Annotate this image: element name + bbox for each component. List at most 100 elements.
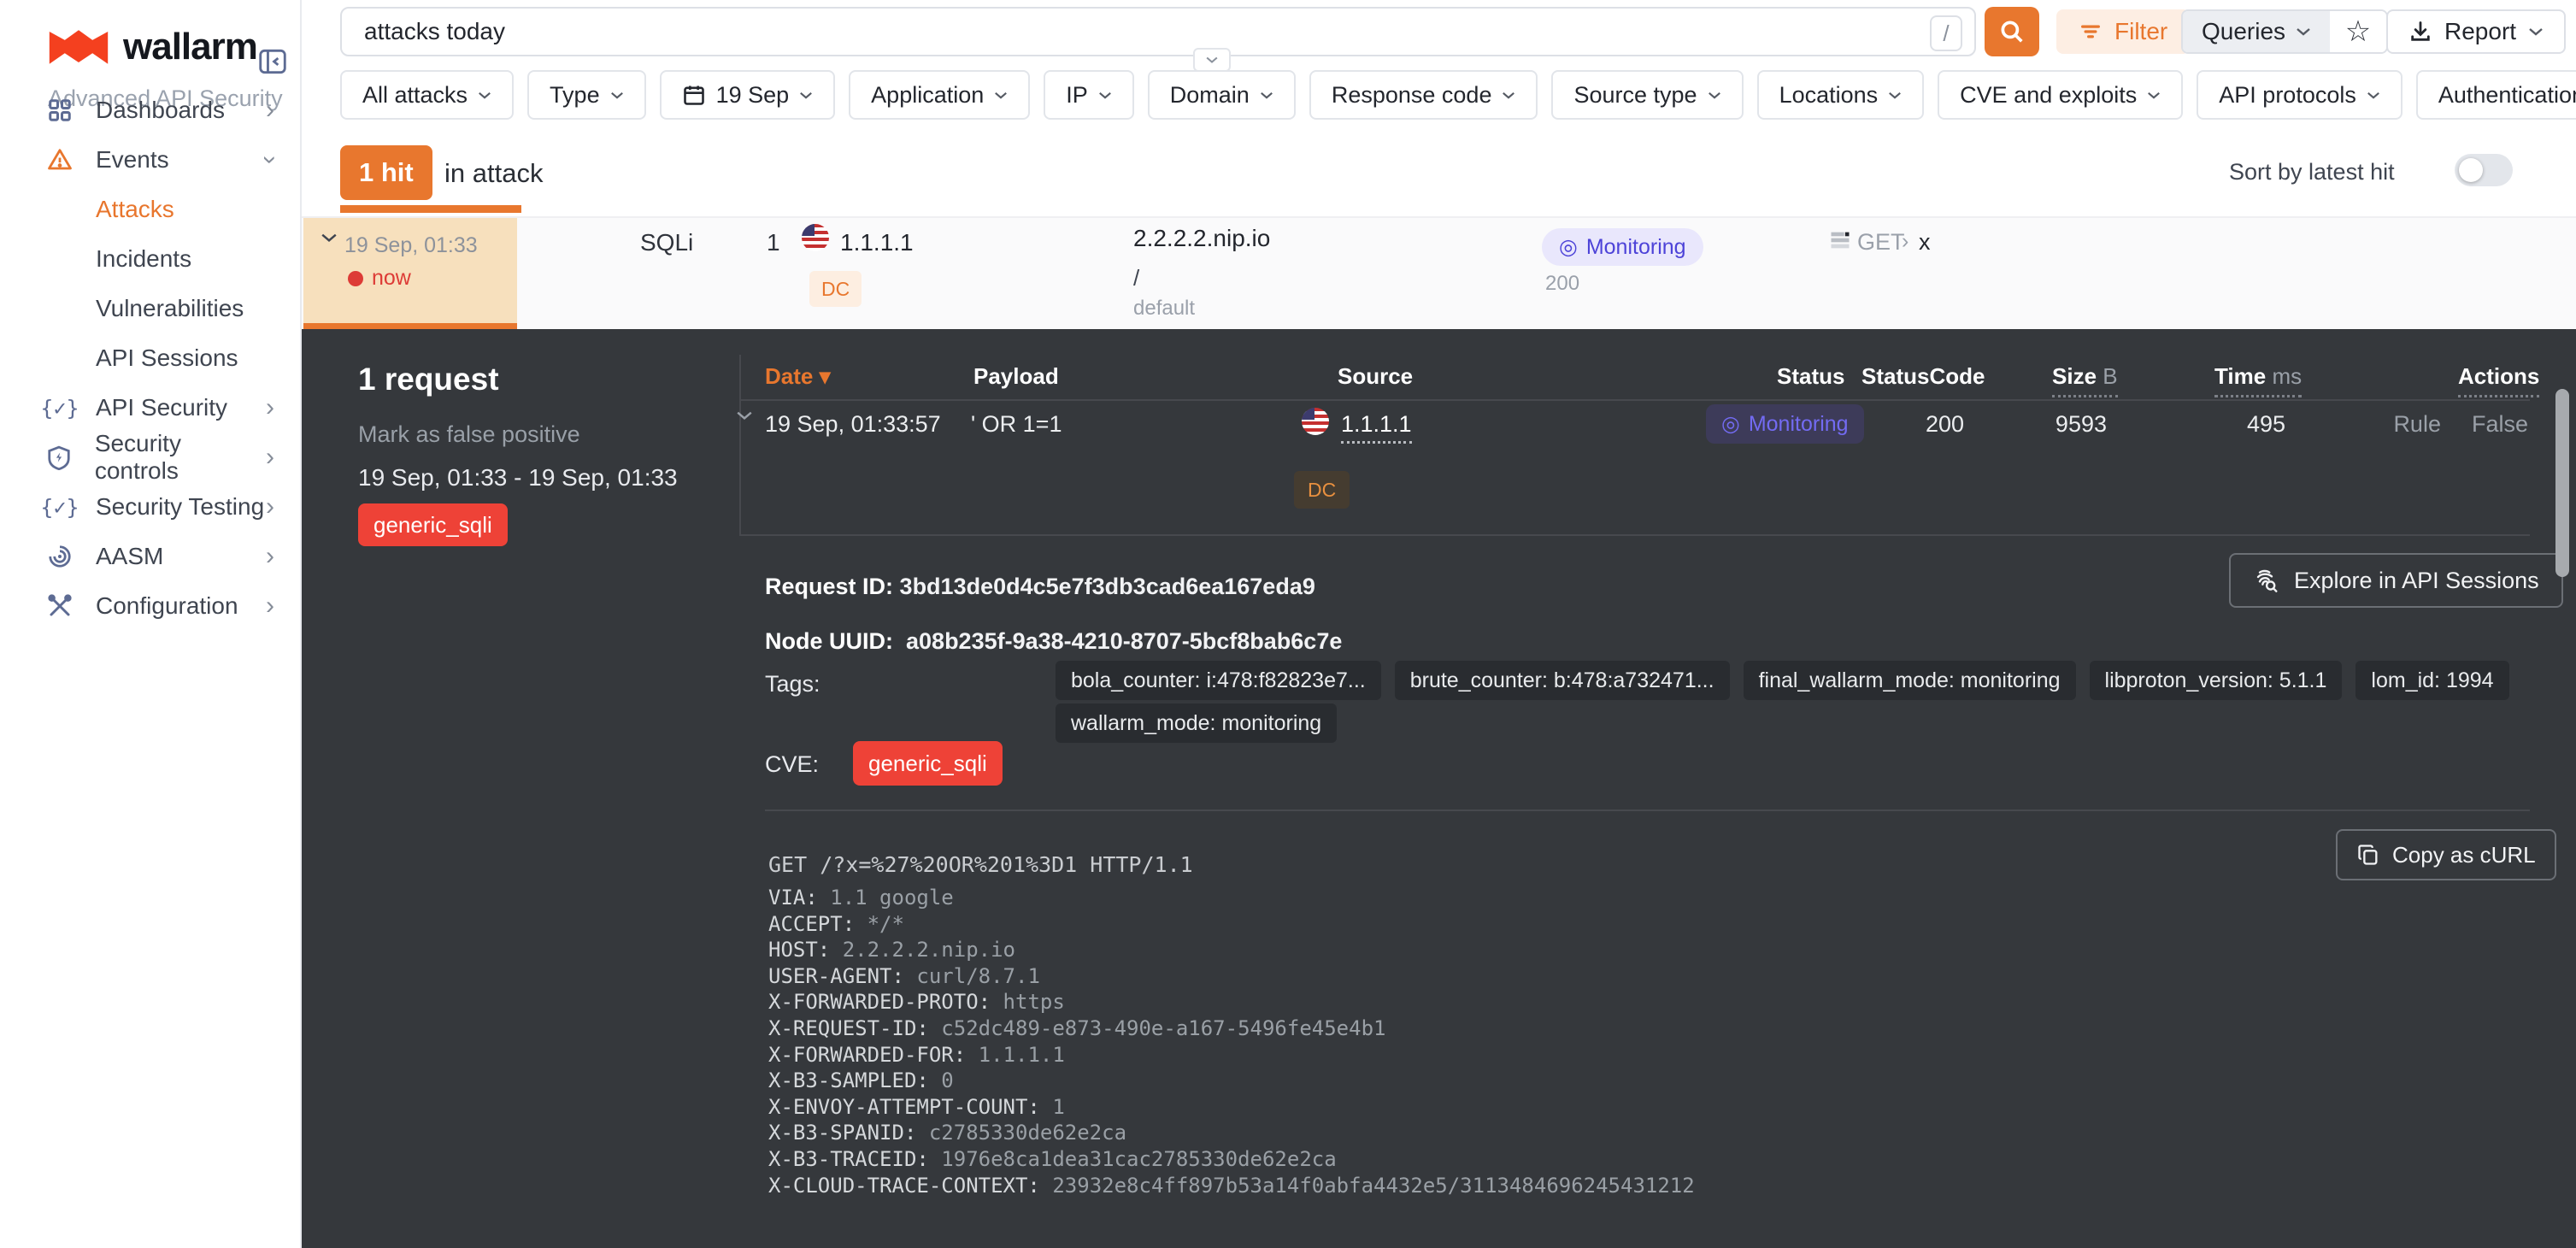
- panel-scrollbar-thumb[interactable]: [2555, 389, 2569, 577]
- explore-api-sessions-button[interactable]: Explore in API Sessions: [2229, 553, 2563, 608]
- mark-false-positive-link[interactable]: Mark as false positive: [358, 421, 580, 448]
- chevron-down-icon: [799, 91, 813, 100]
- column-header-actions[interactable]: Actions: [2458, 363, 2539, 397]
- attack-type-tag: generic_sqli: [358, 503, 508, 546]
- filters-collapse-handle[interactable]: [1193, 48, 1231, 72]
- column-header-payload[interactable]: Payload: [973, 363, 1059, 390]
- sidebar: wallarm Advanced API Security Dashboards…: [0, 0, 302, 1248]
- filter-chip-application[interactable]: Application: [849, 70, 1030, 120]
- filter-chip-source-type[interactable]: Source type: [1551, 70, 1743, 120]
- sidebar-item-configuration[interactable]: Configuration ›: [0, 581, 300, 631]
- report-button[interactable]: Report: [2386, 9, 2566, 54]
- download-icon: [2408, 20, 2432, 44]
- copy-icon: [2356, 843, 2380, 867]
- brand-name: wallarm: [123, 26, 257, 68]
- request-size: 9593: [1979, 411, 2107, 438]
- collapse-row-icon[interactable]: [321, 232, 338, 244]
- http-header: X-FORWARDED-FOR: 1.1.1.1: [768, 1042, 1695, 1068]
- rule-action-link[interactable]: Rule: [2393, 411, 2441, 438]
- copy-as-curl-button[interactable]: Copy as cURL: [2336, 829, 2556, 880]
- method-separator: ›: [1902, 229, 1908, 254]
- filter-chip-type[interactable]: Type: [527, 70, 646, 120]
- filter-chip-date[interactable]: 19 Sep: [660, 70, 836, 120]
- tags-row: wallarm_mode: monitoring: [1056, 703, 1337, 743]
- chevron-right-icon: ›: [266, 593, 274, 619]
- events-warning-icon: [44, 147, 75, 173]
- tag-chip: wallarm_mode: monitoring: [1056, 703, 1337, 743]
- chevron-right-icon: ›: [266, 494, 274, 520]
- sidebar-collapse-icon[interactable]: [256, 44, 289, 79]
- request-source-ip[interactable]: 1.1.1.1: [1341, 411, 1412, 444]
- wallarm-console: wallarm Advanced API Security Dashboards…: [0, 0, 2576, 1248]
- http-header: X-ENVOY-ATTEMPT-COUNT: 1: [768, 1094, 1695, 1121]
- chevron-right-icon: ›: [266, 444, 274, 470]
- filter-chip-api-protocols[interactable]: API protocols: [2197, 70, 2403, 120]
- chevron-down-icon: [610, 91, 624, 100]
- chevron-down-icon: ›: [257, 156, 283, 164]
- chevron-right-icon: ›: [266, 97, 274, 123]
- sidebar-item-label: Security controls: [95, 430, 266, 485]
- sidebar-item-events[interactable]: Events ›: [0, 135, 300, 185]
- chevron-right-icon: ›: [266, 395, 274, 421]
- sidebar-item-attacks[interactable]: Attacks: [0, 185, 300, 234]
- search-button[interactable]: [1985, 7, 2039, 56]
- tools-icon: [44, 593, 75, 619]
- column-header-date[interactable]: Date ▾: [765, 363, 831, 390]
- tag-chip: brute_counter: b:478:a732471...: [1395, 661, 1730, 700]
- chevron-down-icon: [1260, 91, 1273, 100]
- column-header-status[interactable]: Status: [1777, 363, 1844, 390]
- http-header: HOST: 2.2.2.2.nip.io: [768, 937, 1695, 963]
- search-box: /: [340, 7, 1976, 56]
- filter-button[interactable]: Filter: [2056, 9, 2190, 54]
- sort-by-latest-toggle[interactable]: [2455, 154, 2513, 186]
- column-header-source[interactable]: Source: [1338, 363, 1413, 390]
- wallarm-logo: [48, 26, 109, 68]
- column-header-time[interactable]: Time ms: [2214, 363, 2302, 397]
- shortcut-key-badge: /: [1930, 15, 1962, 51]
- table-divider: [739, 355, 741, 534]
- column-header-size[interactable]: Size B: [2052, 363, 2118, 397]
- monitoring-status-badge: ◎Monitoring: [1706, 404, 1864, 444]
- false-action-link[interactable]: False: [2472, 411, 2528, 438]
- chevron-down-icon: [994, 91, 1008, 100]
- filter-chip-cve-exploits[interactable]: CVE and exploits: [1938, 70, 2183, 120]
- attack-domain: 2.2.2.2.nip.io: [1133, 225, 1270, 252]
- filter-icon: [2079, 20, 2103, 44]
- expand-request-icon[interactable]: [736, 409, 753, 421]
- sidebar-item-label: AASM: [96, 543, 163, 570]
- queries-dropdown[interactable]: Queries: [2183, 11, 2330, 52]
- attack-application: default: [1133, 297, 1195, 321]
- attack-hit-count: 1: [767, 229, 780, 256]
- filter-chip-domain[interactable]: Domain: [1148, 70, 1296, 120]
- sidebar-item-vulnerabilities[interactable]: Vulnerabilities: [0, 284, 300, 333]
- sidebar-item-api-sessions[interactable]: API Sessions: [0, 333, 300, 383]
- filter-chip-response-code[interactable]: Response code: [1309, 70, 1538, 120]
- filter-chip-locations[interactable]: Locations: [1757, 70, 1925, 120]
- sidebar-item-security-controls[interactable]: Security controls ›: [0, 433, 300, 482]
- sort-arrow-icon: ▾: [820, 363, 831, 389]
- search-input[interactable]: [342, 9, 1974, 55]
- filter-chip-ip[interactable]: IP: [1044, 70, 1134, 120]
- chevron-down-icon: [2296, 26, 2311, 37]
- column-header-statuscode[interactable]: StatusCode: [1861, 363, 1985, 390]
- filter-chip-all-attacks[interactable]: All attacks: [340, 70, 514, 120]
- filter-chip-authentication[interactable]: Authentication: [2416, 70, 2576, 120]
- sidebar-item-aasm[interactable]: AASM ›: [0, 532, 300, 581]
- sidebar-item-label: API Security: [96, 394, 227, 421]
- attack-row[interactable]: 19 Sep, 01:33 now SQLi 1 1.1.1.1 DC 2.2.…: [302, 216, 2576, 329]
- favorite-star-icon[interactable]: ☆: [2330, 11, 2386, 52]
- http-header: X-FORWARDED-PROTO: https: [768, 989, 1695, 1015]
- sidebar-item-api-security[interactable]: {✓} API Security ›: [0, 383, 300, 433]
- monitoring-eye-icon: ◎: [1721, 411, 1740, 437]
- attack-date-cell[interactable]: 19 Sep, 01:33 now: [303, 218, 517, 331]
- attack-time-range: 19 Sep, 01:33 - 19 Sep, 01:33: [358, 464, 678, 492]
- sidebar-item-incidents[interactable]: Incidents: [0, 234, 300, 284]
- hits-context-label: in attack: [444, 158, 543, 189]
- http-header: X-B3-TRACEID: 1976e8ca1dea31cac2785330de…: [768, 1146, 1695, 1173]
- monitoring-eye-icon: ◎: [1559, 234, 1578, 260]
- table-header-divider: [739, 399, 2530, 401]
- sidebar-item-dashboards[interactable]: Dashboards ›: [0, 85, 300, 135]
- attack-source-ip[interactable]: 1.1.1.1: [840, 229, 914, 256]
- sidebar-item-security-testing[interactable]: {✓} Security Testing ›: [0, 482, 300, 532]
- chevron-down-icon: [2528, 26, 2544, 37]
